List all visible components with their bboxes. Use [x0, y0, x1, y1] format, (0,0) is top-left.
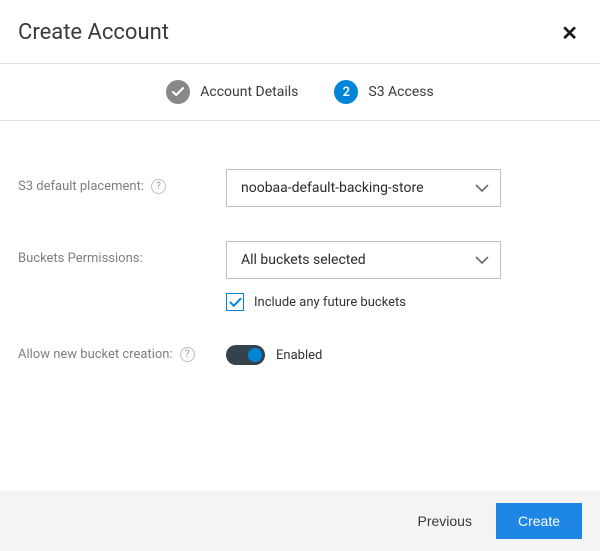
row-buckets-permissions: Buckets Permissions: All buckets selecte…: [18, 241, 582, 279]
row-s3-default-placement: S3 default placement: ? noobaa-default-b…: [18, 169, 582, 207]
help-icon[interactable]: ?: [151, 179, 166, 194]
label-text: S3 default placement:: [18, 179, 144, 194]
dropdown-value: All buckets selected: [241, 252, 366, 268]
toggle-knob: [248, 348, 262, 362]
chevron-down-icon: [474, 183, 490, 193]
step-label: S3 Access: [368, 84, 433, 100]
row-allow-new-bucket: Allow new bucket creation: ? Enabled: [18, 345, 582, 365]
modal-header: Create Account ✕: [0, 0, 600, 64]
field-label: S3 default placement: ?: [18, 169, 226, 194]
dropdown-value: noobaa-default-backing-store: [241, 180, 424, 196]
modal-footer: Previous Create: [0, 491, 600, 551]
field-label: Allow new bucket creation: ?: [18, 345, 226, 362]
label-text: Buckets Permissions:: [18, 251, 143, 266]
field-input: noobaa-default-backing-store: [226, 169, 582, 207]
form-body: S3 default placement: ? noobaa-default-b…: [0, 121, 600, 375]
field-input: All buckets selected: [226, 241, 582, 279]
include-future-checkbox[interactable]: [226, 293, 244, 311]
new-bucket-toggle[interactable]: [226, 345, 265, 365]
toggle-group: Enabled: [226, 345, 582, 365]
label-text: Allow new bucket creation:: [18, 347, 173, 362]
create-button[interactable]: Create: [496, 503, 582, 539]
modal-title: Create Account: [18, 20, 169, 45]
placement-dropdown[interactable]: noobaa-default-backing-store: [226, 169, 501, 207]
previous-button[interactable]: Previous: [412, 505, 478, 537]
wizard-steps: Account Details 2 S3 Access: [0, 64, 600, 121]
step-number-badge: 2: [334, 80, 358, 104]
field-input: Enabled: [226, 345, 582, 365]
toggle-state-label: Enabled: [276, 348, 322, 363]
checkbox-label: Include any future buckets: [254, 295, 406, 310]
close-icon[interactable]: ✕: [557, 21, 582, 45]
step-s3-access[interactable]: 2 S3 Access: [334, 80, 433, 104]
chevron-down-icon: [474, 255, 490, 265]
field-label: Buckets Permissions:: [18, 241, 226, 266]
check-icon: [166, 80, 190, 104]
step-account-details[interactable]: Account Details: [166, 80, 298, 104]
step-label: Account Details: [200, 84, 298, 100]
row-include-future-buckets: Include any future buckets: [226, 293, 582, 311]
help-icon[interactable]: ?: [180, 347, 195, 362]
buckets-dropdown[interactable]: All buckets selected: [226, 241, 501, 279]
